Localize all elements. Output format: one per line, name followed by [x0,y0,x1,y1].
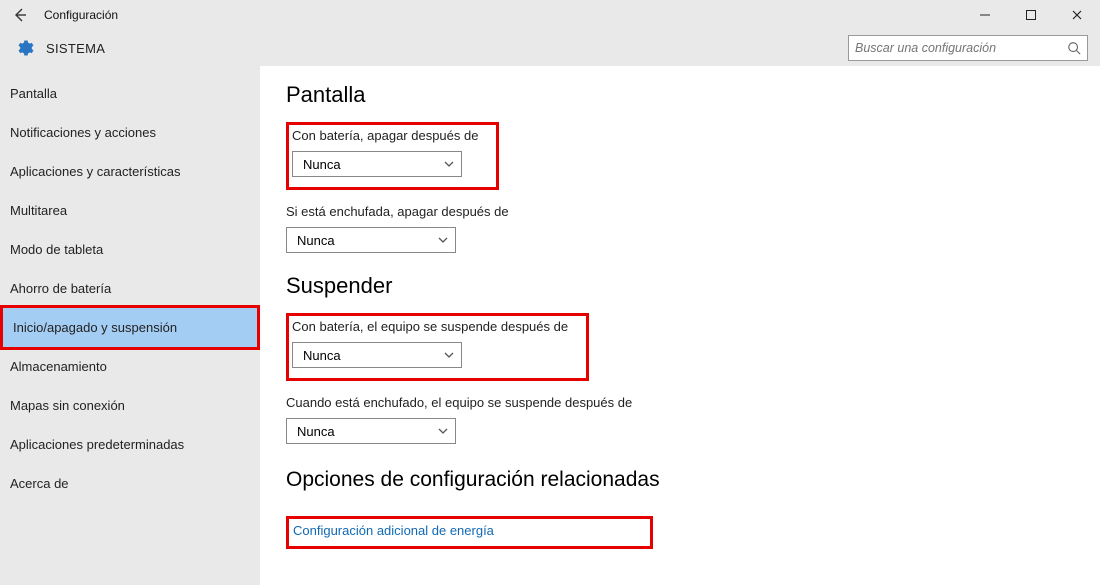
battery-suspend-label: Con batería, el equipo se suspende despu… [292,319,568,334]
gear-icon [14,38,34,58]
search-input[interactable] [855,41,1067,55]
close-icon [1071,9,1083,21]
back-arrow-icon [12,7,28,23]
sidebar-item-mapas[interactable]: Mapas sin conexión [0,386,260,425]
section-heading-pantalla: Pantalla [286,82,1074,108]
sidebar-item-acerca[interactable]: Acerca de [0,464,260,503]
chevron-down-icon [443,158,455,170]
sidebar-item-label: Pantalla [10,86,57,101]
titlebar: Configuración [0,0,1100,30]
sidebar-item-inicio-apagado[interactable]: Inicio/apagado y suspensión [3,308,257,347]
sidebar-item-label: Modo de tableta [10,242,103,257]
sidebar-item-label: Multitarea [10,203,67,218]
search-icon [1067,41,1081,55]
sidebar-item-label: Mapas sin conexión [10,398,125,413]
chevron-down-icon [443,349,455,361]
highlight-block-link: Configuración adicional de energía [286,516,653,549]
highlight-sidebar: Inicio/apagado y suspensión [0,305,260,350]
sidebar-item-predeterminadas[interactable]: Aplicaciones predeterminadas [0,425,260,464]
related-settings-link[interactable]: Configuración adicional de energía [293,523,494,538]
battery-suspend-select[interactable]: Nunca [292,342,462,368]
sidebar-item-aplicaciones[interactable]: Aplicaciones y características [0,152,260,191]
minimize-icon [979,9,991,21]
sidebar-item-pantalla[interactable]: Pantalla [0,74,260,113]
select-value: Nunca [303,348,341,363]
sidebar-item-label: Acerca de [10,476,69,491]
sidebar-item-label: Notificaciones y acciones [10,125,156,140]
maximize-icon [1025,9,1037,21]
window-title: Configuración [44,8,118,22]
content-panel: Pantalla Con batería, apagar después de … [260,66,1100,585]
plugged-screen-select[interactable]: Nunca [286,227,456,253]
select-value: Nunca [303,157,341,172]
maximize-button[interactable] [1008,0,1054,30]
section-heading-related: Opciones de configuración relacionadas [286,468,1074,492]
sidebar-item-label: Aplicaciones predeterminadas [10,437,184,452]
battery-screen-label: Con batería, apagar después de [292,128,478,143]
chevron-down-icon [437,234,449,246]
minimize-button[interactable] [962,0,1008,30]
back-button[interactable] [6,7,34,23]
sidebar-item-tableta[interactable]: Modo de tableta [0,230,260,269]
plugged-screen-label: Si está enchufada, apagar después de [286,204,1074,219]
sidebar-item-label: Inicio/apagado y suspensión [13,320,177,335]
sidebar-item-notificaciones[interactable]: Notificaciones y acciones [0,113,260,152]
page-header: SISTEMA [0,30,1100,66]
sidebar-item-multitarea[interactable]: Multitarea [0,191,260,230]
highlight-block-battery-suspend: Con batería, el equipo se suspende despu… [286,313,589,381]
sidebar-item-label: Ahorro de batería [10,281,111,296]
sidebar-item-label: Aplicaciones y características [10,164,181,179]
select-value: Nunca [297,424,335,439]
sidebar-item-label: Almacenamiento [10,359,107,374]
plugged-suspend-label: Cuando está enchufado, el equipo se susp… [286,395,1074,410]
battery-screen-select[interactable]: Nunca [292,151,462,177]
page-title: SISTEMA [46,41,105,56]
plugged-suspend-select[interactable]: Nunca [286,418,456,444]
highlight-block-battery-screen: Con batería, apagar después de Nunca [286,122,499,190]
sidebar-item-bateria[interactable]: Ahorro de batería [0,269,260,308]
sidebar: Pantalla Notificaciones y acciones Aplic… [0,66,260,585]
section-heading-suspender: Suspender [286,273,1074,299]
select-value: Nunca [297,233,335,248]
sidebar-item-almacenamiento[interactable]: Almacenamiento [0,347,260,386]
close-button[interactable] [1054,0,1100,30]
search-box[interactable] [848,35,1088,61]
window-controls [962,0,1100,30]
chevron-down-icon [437,425,449,437]
